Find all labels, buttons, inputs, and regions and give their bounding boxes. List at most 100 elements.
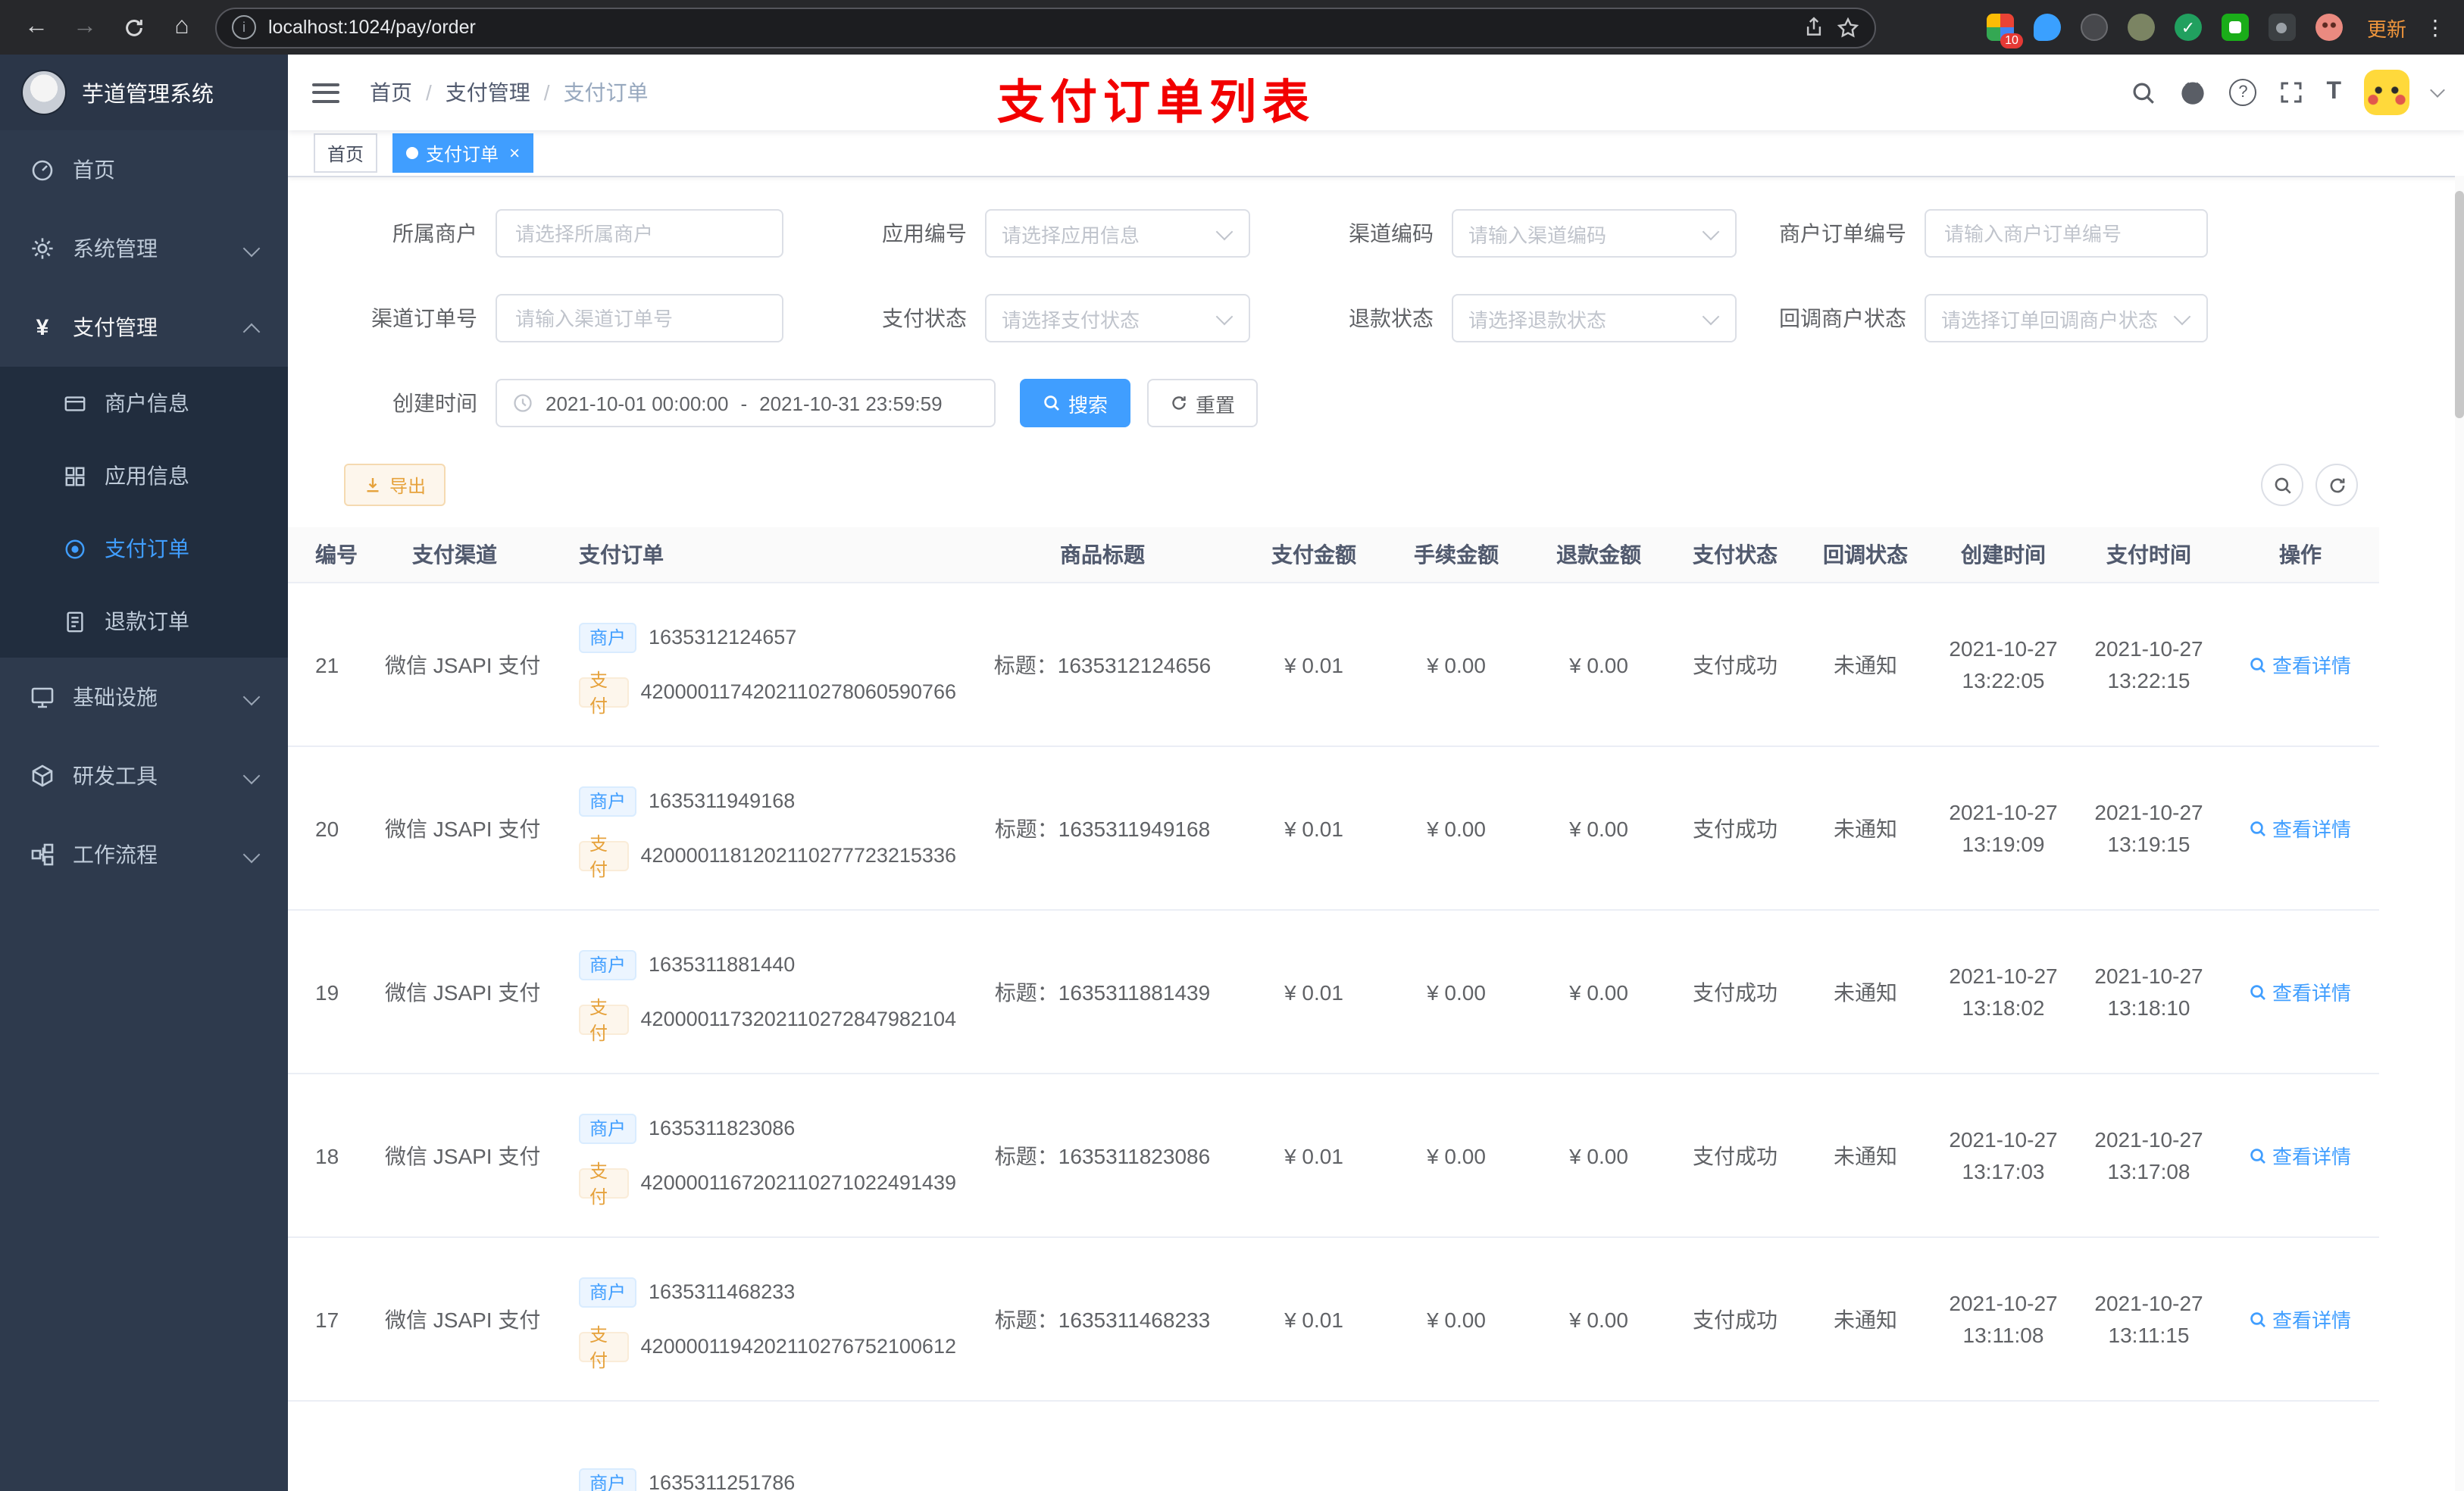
sidebar-item-pay[interactable]: ¥ 支付管理: [0, 288, 288, 367]
site-info-icon[interactable]: i: [232, 15, 256, 39]
help-icon[interactable]: ?: [2229, 79, 2257, 106]
extension-drop-icon[interactable]: [2033, 14, 2061, 41]
sidebar-item-refund-order[interactable]: 退款订单: [0, 585, 288, 658]
tab-label: 支付订单: [426, 143, 499, 164]
reset-button-label: 重置: [1196, 393, 1236, 416]
create-time-range-picker[interactable]: 2021-10-01 00:00:00 - 2021-10-31 23:59:5…: [496, 379, 996, 427]
channel-order-no-input[interactable]: [496, 294, 783, 342]
reload-button[interactable]: [112, 6, 155, 48]
view-detail-link[interactable]: 查看详情: [2250, 1141, 2351, 1170]
sidebar-item-app-info[interactable]: 应用信息: [0, 439, 288, 512]
extension-grid-icon[interactable]: 10: [1986, 14, 2023, 48]
extension-check-icon[interactable]: ✓: [2174, 14, 2202, 41]
github-icon[interactable]: [2179, 79, 2206, 106]
refresh-icon: [1172, 396, 1186, 410]
sidebar-item-merchant-info[interactable]: 商户信息: [0, 367, 288, 439]
export-button[interactable]: 导出: [344, 464, 446, 506]
cell-fee: ¥ 0.00: [1385, 1074, 1527, 1238]
search-icon: [2251, 1311, 2266, 1327]
col-pay-status: 支付状态: [1670, 527, 1800, 583]
select-placeholder: 请选择支付状态: [1002, 308, 1140, 331]
merchant-order-no-input[interactable]: [1925, 209, 2208, 258]
chevron-down-icon[interactable]: [2430, 83, 2445, 98]
address-bar[interactable]: i localhost:1024/pay/order: [215, 7, 1876, 48]
sidebar-item-infra[interactable]: 基础设施: [0, 658, 288, 736]
merchant-input-field[interactable]: [512, 220, 767, 246]
breadcrumb-section[interactable]: 支付管理: [446, 77, 530, 108]
back-button[interactable]: ←: [15, 6, 58, 48]
reset-button[interactable]: 重置: [1147, 379, 1259, 427]
refund-status-select[interactable]: 请选择退款状态: [1452, 294, 1737, 342]
breadcrumb-home[interactable]: 首页: [370, 77, 412, 108]
channel-code-select[interactable]: 请输入渠道编码: [1452, 209, 1737, 258]
search-icon[interactable]: [2131, 80, 2156, 105]
fullscreen-icon[interactable]: [2279, 80, 2303, 105]
home-button[interactable]: ⌂: [161, 6, 203, 48]
merchant-order-no-field[interactable]: [1941, 220, 2191, 246]
extension-olive-icon[interactable]: [2127, 14, 2155, 41]
profile-avatar[interactable]: [2315, 14, 2343, 41]
tab-pay-order[interactable]: 支付订单 ×: [392, 133, 534, 173]
filter-row-2: 渠道订单号 支付状态 请选择支付状态 退款状态 请选择退款状态 回调商户状态: [288, 294, 2464, 342]
sidebar-item-system[interactable]: 系统管理: [0, 209, 288, 288]
filter-row-3: 创建时间 2021-10-01 00:00:00 - 2021-10-31 23…: [288, 379, 2464, 427]
forward-button[interactable]: →: [64, 6, 106, 48]
search-icon: [2251, 657, 2266, 672]
view-detail-link[interactable]: 查看详情: [2250, 814, 2351, 842]
col-pay-order: 支付订单: [530, 527, 962, 583]
pay-order-no: 4200001194202110276752100612: [640, 1335, 956, 1358]
bookmark-star-icon[interactable]: [1837, 16, 1859, 39]
search-button[interactable]: 搜索: [1020, 379, 1131, 427]
app-no-select[interactable]: 请选择应用信息: [985, 209, 1250, 258]
close-icon[interactable]: ×: [509, 144, 520, 162]
refresh-table-button[interactable]: [2315, 464, 2358, 506]
cell-paid: 2021-10-27 13:11:15: [2076, 1237, 2222, 1402]
date-separator: -: [740, 392, 748, 414]
view-detail-link[interactable]: 查看详情: [2250, 1305, 2351, 1333]
pay-status-select[interactable]: 请选择支付状态: [985, 294, 1250, 342]
browser-menu-icon[interactable]: ⋮: [2425, 14, 2446, 40]
user-avatar[interactable]: [2364, 70, 2409, 115]
extension-puzzle-icon[interactable]: [2268, 14, 2296, 41]
extension-badge: 10: [2000, 33, 2023, 48]
chevron-down-icon: [1702, 222, 1720, 240]
cell-notify-status: 未通知: [1800, 583, 1931, 747]
url-text[interactable]: localhost:1024/pay/order: [268, 17, 1791, 38]
cell-id: 20: [288, 746, 379, 911]
scrollbar-thumb[interactable]: [2455, 191, 2464, 418]
cell-refund: ¥ 0.00: [1527, 910, 1670, 1074]
cell-title: 标题：1635311881439: [962, 910, 1243, 1074]
view-detail-link[interactable]: 查看详情: [2250, 977, 2351, 1006]
breadcrumb: 首页 / 支付管理 / 支付订单: [370, 77, 649, 108]
filter-label: 应用编号: [882, 221, 967, 245]
sidebar-item-devtools[interactable]: 研发工具: [0, 736, 288, 815]
document-icon: [67, 611, 83, 632]
cell-amount: ¥ 0.01: [1243, 583, 1385, 747]
font-size-icon[interactable]: T: [2326, 79, 2341, 106]
app-logo[interactable]: 芋道管理系统: [0, 55, 288, 130]
extension-wechat-icon[interactable]: [2221, 14, 2249, 41]
share-icon[interactable]: [1803, 17, 1825, 38]
page-scrollbar[interactable]: [2455, 176, 2464, 1491]
tab-label: 首页: [327, 143, 364, 164]
tab-home[interactable]: 首页: [314, 133, 378, 173]
cell-pay-order: 商户 1635312124657 支付 4200001174202110278060…: [530, 583, 962, 747]
merchant-input[interactable]: [496, 209, 783, 258]
channel-order-no-field[interactable]: [512, 305, 767, 331]
view-detail-link[interactable]: 查看详情: [2250, 650, 2351, 679]
chrome-update-button[interactable]: 更新: [2367, 13, 2406, 42]
page-title-annotation: 支付订单列表: [997, 76, 1315, 129]
toggle-search-button[interactable]: [2261, 464, 2303, 506]
sidebar-item-pay-order[interactable]: 支付订单: [0, 512, 288, 585]
sidebar-item-label: 退款订单: [105, 609, 189, 633]
select-placeholder: 请选择应用信息: [1002, 223, 1140, 246]
search-icon: [2274, 477, 2290, 493]
extension-dark-icon[interactable]: [2080, 14, 2108, 41]
cell-pay-order: 商户 1635311251786: [530, 1401, 962, 1491]
sidebar-item-workflow[interactable]: 工作流程: [0, 815, 288, 894]
date-start: 2021-10-01 00:00:00: [546, 392, 729, 414]
sidebar-item-home[interactable]: 首页: [0, 130, 288, 209]
callback-status-select[interactable]: 请选择订单回调商户状态: [1925, 294, 2208, 342]
col-channel: 支付渠道: [379, 527, 530, 583]
hamburger-icon[interactable]: [312, 83, 339, 102]
